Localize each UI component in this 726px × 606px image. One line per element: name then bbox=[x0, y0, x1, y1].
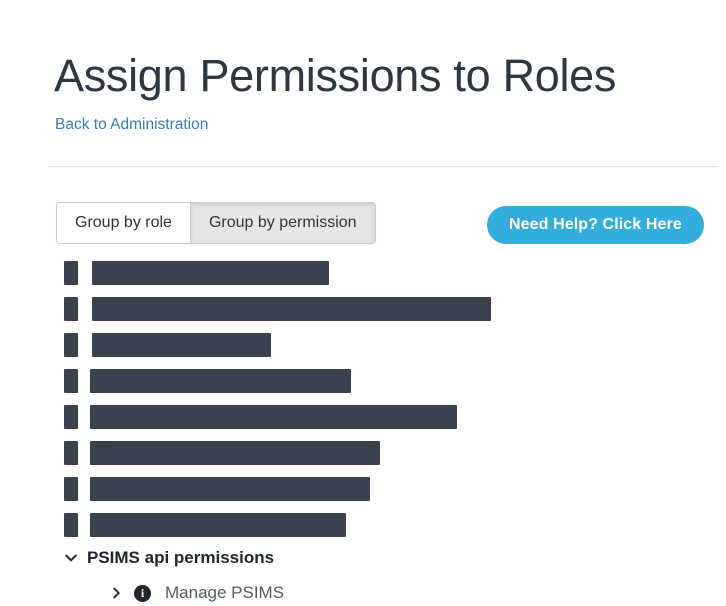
grouping-toggle-group[interactable]: Group by role Group by permission bbox=[56, 202, 376, 245]
chevron-down-icon bbox=[62, 549, 80, 567]
page-root: Assign Permissions to Roles Back to Admi… bbox=[0, 0, 726, 606]
redacted-row-label bbox=[90, 441, 380, 465]
redacted-row-marker bbox=[64, 405, 78, 429]
redacted-row-marker bbox=[64, 441, 78, 465]
redacted-row-label bbox=[92, 333, 271, 357]
tree-item-manage-psims[interactable]: i Manage PSIMS bbox=[108, 580, 284, 606]
back-to-administration-link[interactable]: Back to Administration bbox=[55, 116, 208, 134]
header-divider bbox=[48, 166, 718, 167]
tree-group-psims-api-permissions[interactable]: PSIMS api permissions bbox=[62, 545, 274, 571]
redacted-row-marker bbox=[64, 477, 78, 501]
redacted-row-marker bbox=[64, 261, 78, 285]
redacted-row-label bbox=[90, 369, 351, 393]
redacted-row-label bbox=[90, 513, 346, 537]
info-icon[interactable]: i bbox=[134, 584, 151, 602]
redacted-row-label bbox=[90, 477, 370, 501]
need-help-button[interactable]: Need Help? Click Here bbox=[487, 206, 704, 245]
redacted-row-label bbox=[90, 405, 457, 429]
tab-group-by-permission[interactable]: Group by permission bbox=[189, 203, 375, 244]
tab-group-by-role[interactable]: Group by role bbox=[57, 203, 190, 244]
redacted-row-marker bbox=[64, 333, 78, 357]
redacted-row-marker bbox=[64, 297, 78, 321]
redacted-row-label bbox=[92, 297, 491, 321]
redacted-row-label bbox=[92, 261, 329, 285]
tree-item-label: Manage PSIMS bbox=[165, 583, 285, 602]
chevron-right-icon bbox=[108, 584, 124, 602]
redacted-row-marker bbox=[64, 369, 78, 393]
tree-group-label: PSIMS api permissions bbox=[87, 548, 275, 567]
page-title: Assign Permissions to Roles bbox=[54, 50, 617, 102]
redacted-row-marker bbox=[64, 513, 78, 537]
